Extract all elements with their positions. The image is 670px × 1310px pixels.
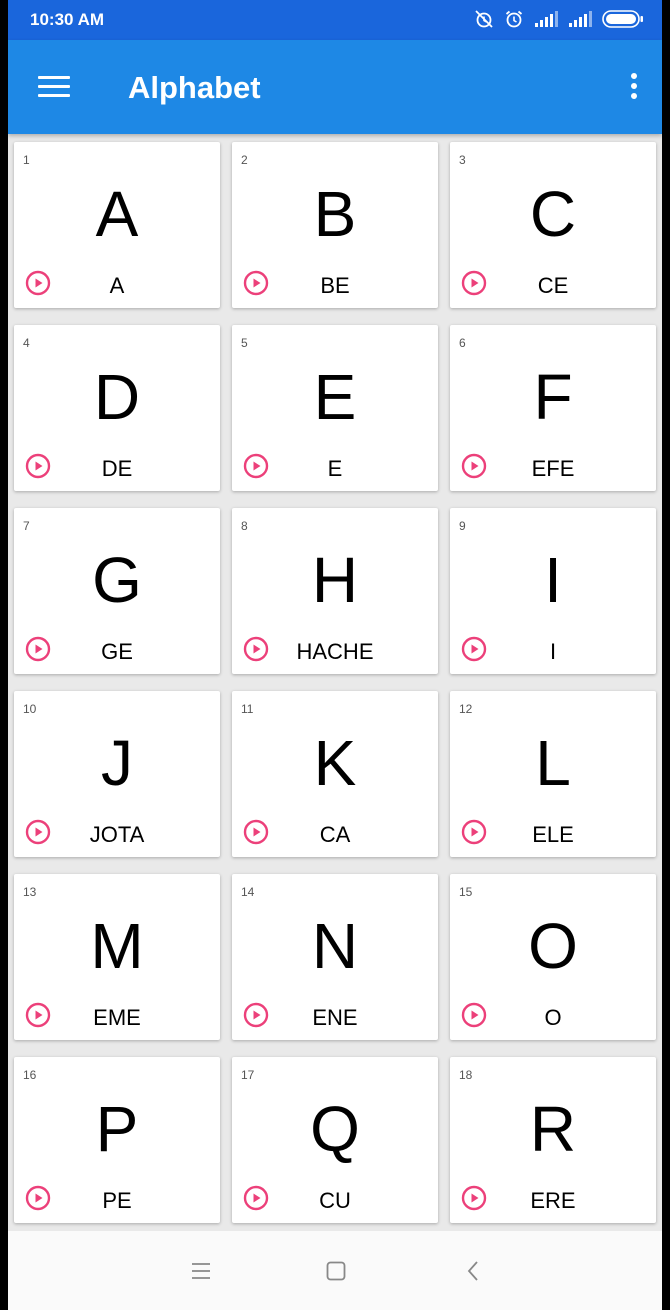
alarm-icon bbox=[504, 9, 524, 29]
card-number: 4 bbox=[23, 336, 30, 350]
app-screen: 10:30 AM Alphabet 1 A A 2 B BE 3 C CE 4 D DE 5 E E 6 F EF… bbox=[8, 0, 662, 1310]
more-vertical-icon[interactable] bbox=[628, 71, 640, 103]
card-number: 5 bbox=[241, 336, 248, 350]
letter-card[interactable]: 8 H HACHE bbox=[232, 508, 438, 674]
card-letter: M bbox=[90, 910, 144, 982]
card-letter: C bbox=[529, 178, 577, 250]
card-number: 18 bbox=[459, 1068, 473, 1082]
card-number: 8 bbox=[241, 519, 248, 533]
card-name: EME bbox=[93, 1005, 141, 1030]
signal-icon bbox=[568, 11, 592, 27]
letter-card[interactable]: 2 B BE bbox=[232, 142, 438, 308]
letter-card[interactable]: 11 K CA bbox=[232, 691, 438, 857]
card-name: A bbox=[109, 273, 125, 298]
card-letter: D bbox=[93, 361, 141, 433]
alphabet-grid: 1 A A 2 B BE 3 C CE 4 D DE 5 E E 6 F EFE 7 G GE 8 H HACHE 9 I I 10 J… bbox=[14, 142, 658, 1223]
card-letter: A bbox=[95, 178, 139, 250]
letter-card[interactable]: 1 AA bbox=[14, 142, 220, 308]
card-letter: P bbox=[95, 1093, 139, 1165]
card-number: 16 bbox=[23, 1068, 37, 1082]
card-number: 3 bbox=[459, 153, 466, 167]
letter-card[interactable]: 3 C CE bbox=[450, 142, 656, 308]
status-icons bbox=[474, 9, 644, 29]
card-name: O bbox=[544, 1005, 562, 1030]
letter-card[interactable]: 12 L ELE bbox=[450, 691, 656, 857]
card-name: PE bbox=[102, 1188, 132, 1213]
hamburger-menu-icon[interactable] bbox=[38, 74, 72, 100]
card-number: 11 bbox=[241, 702, 254, 716]
card-name: JOTA bbox=[89, 822, 145, 847]
card-name: ELE bbox=[532, 822, 574, 847]
card-number: 2 bbox=[241, 153, 248, 167]
card-number: 9 bbox=[459, 519, 466, 533]
card-number: 12 bbox=[459, 702, 473, 716]
card-letter: F bbox=[533, 361, 573, 433]
letter-card[interactable]: 15 O O bbox=[450, 874, 656, 1040]
signal-icon bbox=[534, 11, 558, 27]
card-name: GE bbox=[101, 639, 133, 664]
card-letter: O bbox=[528, 910, 578, 982]
card-letter: L bbox=[535, 727, 571, 799]
card-name: EFE bbox=[531, 456, 575, 481]
letter-card[interactable]: 14 N ENE bbox=[232, 874, 438, 1040]
card-name: I bbox=[549, 639, 557, 664]
card-letter: I bbox=[544, 544, 562, 616]
card-name: E bbox=[327, 456, 343, 481]
alarm-off-icon bbox=[474, 9, 494, 29]
letter-card[interactable]: 10 J JOTA bbox=[14, 691, 220, 857]
letter-card[interactable]: 13 M EME bbox=[14, 874, 220, 1040]
status-time: 10:30 AM bbox=[30, 10, 105, 29]
letter-card[interactable]: 18 R ERE bbox=[450, 1057, 656, 1223]
card-letter: H bbox=[311, 544, 359, 616]
letter-card[interactable]: 4 D DE bbox=[14, 325, 220, 491]
letter-card[interactable]: 7 G GE bbox=[14, 508, 220, 674]
card-name: ENE bbox=[312, 1005, 358, 1030]
card-number: 10 bbox=[23, 702, 37, 716]
card-letter: G bbox=[92, 544, 142, 616]
card-letter: J bbox=[101, 727, 133, 799]
status-bar: 10:30 AM bbox=[8, 0, 662, 40]
letter-card[interactable]: 5 EE bbox=[232, 325, 438, 491]
letter-card[interactable]: 17 Q CU bbox=[232, 1057, 438, 1223]
card-number: 13 bbox=[23, 885, 37, 899]
card-letter: R bbox=[529, 1093, 577, 1165]
card-letter: Q bbox=[310, 1093, 360, 1165]
card-name: ERE bbox=[530, 1188, 576, 1213]
card-number: 7 bbox=[23, 519, 30, 533]
card-number: 14 bbox=[241, 885, 255, 899]
card-name: CU bbox=[319, 1188, 351, 1213]
system-nav-bar bbox=[8, 1231, 662, 1310]
page-title: Alphabet bbox=[128, 70, 261, 105]
app-bar: Alphabet bbox=[8, 40, 662, 134]
card-number: 6 bbox=[459, 336, 466, 350]
card-name: CA bbox=[319, 822, 351, 847]
recents-icon[interactable] bbox=[189, 1259, 213, 1283]
card-number: 17 bbox=[241, 1068, 255, 1082]
battery-icon bbox=[602, 10, 644, 28]
card-letter: E bbox=[313, 361, 357, 433]
card-number: 1 bbox=[23, 153, 30, 167]
card-name: CE bbox=[537, 273, 569, 298]
card-number: 15 bbox=[459, 885, 473, 899]
back-icon[interactable] bbox=[462, 1259, 486, 1283]
letter-card[interactable]: 16 P PE bbox=[14, 1057, 220, 1223]
home-icon[interactable] bbox=[324, 1259, 348, 1283]
card-name: BE bbox=[320, 273, 350, 298]
card-letter: N bbox=[311, 910, 359, 982]
card-name: HACHE bbox=[296, 639, 374, 664]
letter-card[interactable]: 9 II bbox=[450, 508, 656, 674]
card-letter: B bbox=[313, 178, 357, 250]
card-letter: K bbox=[313, 727, 357, 799]
letter-card[interactable]: 6 F EFE bbox=[450, 325, 656, 491]
card-name: DE bbox=[101, 456, 133, 481]
